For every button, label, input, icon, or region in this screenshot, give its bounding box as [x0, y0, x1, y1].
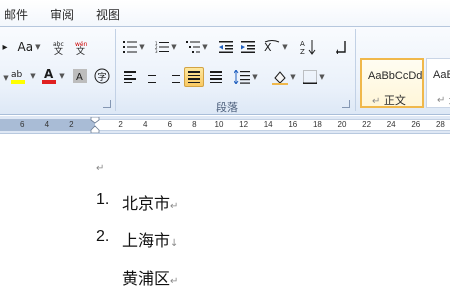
phonetic-guide-icon[interactable]: abc 文	[50, 37, 70, 57]
horizontal-ruler[interactable]: 6 4 2 2 4 6 8 10 12 14 16 18 20 22 24 26 28	[0, 116, 450, 134]
ruler-tick-label: 14	[263, 120, 273, 129]
sort-icon[interactable]: AZ	[298, 37, 318, 57]
svg-text:文: 文	[76, 45, 85, 55]
ruler-tick-label: 22	[362, 120, 372, 129]
numbering-button[interactable]: 123 ▼	[152, 37, 180, 57]
text-effects-icon[interactable]: ▸	[0, 37, 10, 57]
ruler-tick-label: 28	[435, 120, 445, 129]
list-item[interactable]: 黄浦区↵	[122, 265, 178, 289]
borders-button[interactable]: ▼	[300, 67, 328, 87]
change-case-label: Aa	[17, 40, 34, 54]
paragraph-mark-icon: ↵	[170, 201, 179, 212]
style-sample-text: AaBb	[433, 69, 450, 81]
ruler-tick-label: 2	[118, 120, 123, 129]
line-spacing-button[interactable]: ▼	[232, 67, 260, 87]
style-no-spacing[interactable]: AaBb ↵ 无	[426, 58, 450, 108]
svg-text:A: A	[44, 67, 54, 81]
ruler-tick-label: 4	[44, 120, 50, 129]
ruler-tick-label: 12	[239, 120, 249, 129]
list-number: 2.	[96, 228, 110, 245]
list-item[interactable]: 北京市↵	[122, 190, 178, 214]
ribbon: ▸ Aa ▼ abc 文 wén 文 ▼ ab ▼ A ▼ A 字 ▼ 123 ▼ ▼	[0, 27, 450, 115]
style-sample-text: AaBbCcDd	[368, 70, 423, 82]
style-normal[interactable]: AaBbCcDd ↵ 正文	[360, 58, 424, 108]
document-page[interactable]: ↵ 1. 北京市↵ 2. 上海市↓ 黄浦区↵	[0, 135, 450, 300]
svg-text:3: 3	[155, 49, 158, 53]
char-shading-icon[interactable]: A	[70, 66, 90, 86]
list-item-text: 北京市	[122, 194, 171, 213]
svg-text:X: X	[264, 41, 272, 54]
ribbon-tab-bar: 邮件 审阅 视图	[0, 0, 450, 27]
show-marks-icon[interactable]	[332, 37, 352, 57]
tab-review[interactable]: 审阅	[50, 6, 74, 23]
text-effects-dropdown[interactable]: ▼	[0, 68, 10, 88]
line-break-mark-icon: ↓	[170, 238, 179, 249]
svg-text:Z: Z	[300, 48, 305, 55]
style-name-label: 正文	[383, 94, 406, 107]
style-name: ↵ 无	[437, 91, 450, 107]
char-border-icon[interactable]: wén 文	[72, 37, 92, 57]
svg-text:A: A	[300, 40, 305, 48]
ruler-tick-label: 4	[142, 120, 148, 129]
list-item[interactable]: 上海市↓	[122, 227, 178, 251]
list-item-text: 黄浦区	[122, 269, 171, 288]
chinese-layout-button[interactable]: X ▼	[262, 37, 290, 57]
group-separator	[355, 29, 356, 111]
justify-button[interactable]	[184, 67, 204, 87]
list-item-text: 上海市	[122, 231, 171, 250]
ruler-tick-label: 26	[411, 120, 421, 129]
align-right-button[interactable]	[164, 67, 184, 87]
ruler-tick-label: 6	[167, 120, 173, 129]
paragraph-mark-icon: ↵	[170, 276, 179, 287]
decrease-indent-icon[interactable]	[216, 37, 236, 57]
group-separator	[115, 29, 116, 111]
indent-marker-icon[interactable]	[90, 117, 100, 133]
tab-mailings[interactable]: 邮件	[4, 6, 28, 23]
change-case-button[interactable]: Aa ▼	[16, 37, 42, 57]
align-center-button[interactable]	[142, 67, 162, 87]
paragraph-dialog-launcher-icon[interactable]	[342, 100, 350, 108]
paragraph-group-label: 段落	[216, 101, 238, 114]
shading-button[interactable]: ▼	[270, 67, 298, 87]
increase-indent-icon[interactable]	[238, 37, 258, 57]
font-dialog-launcher-icon[interactable]	[103, 100, 111, 108]
list-number: 1.	[96, 191, 110, 208]
svg-text:文: 文	[54, 45, 63, 55]
enclose-char-icon[interactable]: 字	[92, 66, 112, 86]
ruler-tick-label: 18	[312, 120, 322, 129]
svg-text:字: 字	[98, 71, 107, 83]
ruler-tick-label: 16	[288, 120, 298, 129]
bullets-button[interactable]: ▼	[120, 37, 148, 57]
ruler-tick-label: 20	[337, 120, 347, 129]
svg-text:A: A	[76, 72, 83, 83]
highlight-color-button[interactable]: ab ▼	[10, 66, 36, 86]
ruler-tick-label: 24	[386, 120, 396, 129]
ruler-tick-label: 2	[69, 120, 74, 129]
empty-paragraph-mark: ↵	[96, 163, 105, 174]
font-color-button[interactable]: A ▼	[40, 66, 66, 86]
distributed-align-button[interactable]	[206, 67, 226, 87]
tab-view[interactable]: 视图	[96, 6, 120, 23]
ruler-tick-label: 10	[214, 120, 224, 129]
svg-text:ab: ab	[11, 70, 23, 80]
paragraph-mark-icon: ↵	[437, 95, 446, 106]
multilevel-list-button[interactable]: ▼	[183, 37, 211, 57]
ruler-tick-label: 8	[192, 120, 197, 129]
style-name: ↵ 正文	[372, 92, 406, 108]
paragraph-mark-icon: ↵	[372, 96, 381, 107]
align-left-button[interactable]	[120, 67, 140, 87]
ruler-tick-label: 6	[19, 120, 25, 129]
